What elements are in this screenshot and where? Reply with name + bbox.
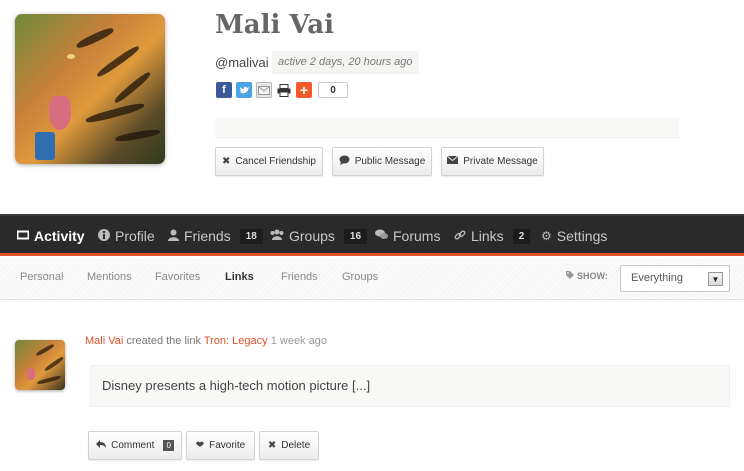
delete-label: Delete — [281, 440, 311, 451]
friends-count-badge: 18 — [239, 228, 263, 244]
cancel-friendship-label: Cancel Friendship — [235, 156, 316, 167]
profile-avatar[interactable] — [15, 14, 165, 164]
nav-activity[interactable]: Activity — [16, 216, 85, 256]
email-icon[interactable] — [256, 82, 272, 98]
activity-subnav: Personal Mentions Favorites Links Friend… — [0, 259, 744, 300]
facebook-icon[interactable]: f — [216, 82, 232, 98]
delete-button[interactable]: ✖ Delete — [259, 431, 319, 460]
nav-groups[interactable]: Groups 16 — [270, 216, 368, 256]
nav-links-label: Links — [471, 228, 504, 244]
links-count-badge: 2 — [512, 228, 531, 244]
nav-settings[interactable]: ⚙ Settings — [541, 216, 607, 256]
tag-icon — [566, 271, 574, 281]
share-count: 0 — [318, 82, 348, 98]
last-active-status: active 2 days, 20 hours ago — [272, 51, 419, 74]
public-message-button[interactable]: Public Message — [332, 147, 432, 176]
chat-bubbles-icon — [375, 229, 388, 243]
latest-status — [215, 117, 679, 138]
activity-link-title[interactable]: Tron: Legacy — [204, 335, 268, 347]
public-message-label: Public Message — [354, 156, 426, 167]
nav-activity-label: Activity — [34, 228, 85, 244]
nav-friends[interactable]: Friends 18 — [168, 216, 263, 256]
subnav-groups[interactable]: Groups — [342, 271, 378, 283]
link-icon — [454, 229, 466, 244]
show-label-text: SHOW: — [577, 271, 608, 281]
nav-settings-label: Settings — [556, 228, 608, 244]
subnav-links[interactable]: Links — [225, 271, 254, 283]
nav-forums[interactable]: Forums — [375, 216, 440, 256]
close-icon: ✖ — [222, 156, 231, 167]
comment-label: Comment — [111, 440, 155, 451]
heart-icon: ❤ — [195, 440, 205, 451]
print-icon[interactable] — [276, 82, 292, 98]
activity-filter-select[interactable]: Everything ▼ — [620, 265, 730, 292]
nav-groups-label: Groups — [289, 228, 335, 244]
share-plus-icon[interactable]: + — [296, 82, 312, 98]
profile-nav: Activity Profile Friends 18 Groups 16 Fo… — [0, 214, 744, 256]
nav-friends-label: Friends — [184, 228, 231, 244]
show-filter-label: SHOW: — [566, 271, 608, 281]
profile-name: Mali Vai — [215, 10, 334, 40]
cancel-friendship-button[interactable]: ✖ Cancel Friendship — [215, 147, 323, 176]
favorite-button[interactable]: ❤ Favorite — [186, 431, 255, 460]
groups-count-badge: 16 — [343, 228, 368, 244]
comment-button[interactable]: Comment 0 — [88, 431, 182, 460]
activity-excerpt: Disney presents a high-tech motion pictu… — [90, 365, 730, 407]
close-icon: ✖ — [267, 440, 277, 451]
subnav-mentions[interactable]: Mentions — [87, 271, 132, 283]
group-icon — [270, 229, 284, 243]
reply-arrow-icon — [96, 440, 107, 451]
activity-header: Mali Vai created the link Tron: Legacy 1… — [85, 335, 327, 347]
twitter-icon[interactable] — [236, 82, 252, 98]
envelope-icon — [446, 155, 459, 167]
chevron-down-icon[interactable]: ▼ — [708, 272, 723, 286]
activity-icon — [16, 229, 30, 243]
activity-filter-value: Everything — [631, 272, 683, 284]
activity-user-link[interactable]: Mali Vai — [85, 335, 123, 347]
info-icon — [98, 228, 110, 244]
activity-timestamp[interactable]: 1 week ago — [271, 335, 327, 347]
nav-profile[interactable]: Profile — [98, 216, 155, 256]
gear-icon: ⚙ — [541, 229, 552, 243]
favorite-label: Favorite — [209, 440, 246, 451]
profile-handle: @malivai — [215, 55, 269, 70]
nav-forums-label: Forums — [393, 228, 441, 244]
private-message-label: Private Message — [463, 156, 538, 167]
activity-avatar[interactable] — [15, 340, 65, 390]
nav-profile-label: Profile — [115, 228, 155, 244]
share-buttons: f + 0 — [216, 82, 348, 98]
speech-bubble-icon — [339, 155, 350, 168]
subnav-friends[interactable]: Friends — [281, 271, 318, 283]
nav-links[interactable]: Links 2 — [454, 216, 531, 256]
comment-count-badge: 0 — [163, 440, 174, 451]
subnav-personal[interactable]: Personal — [20, 271, 63, 283]
subnav-favorites[interactable]: Favorites — [155, 271, 200, 283]
person-icon — [168, 229, 179, 244]
private-message-button[interactable]: Private Message — [441, 147, 544, 176]
activity-action: created the link — [126, 335, 201, 347]
